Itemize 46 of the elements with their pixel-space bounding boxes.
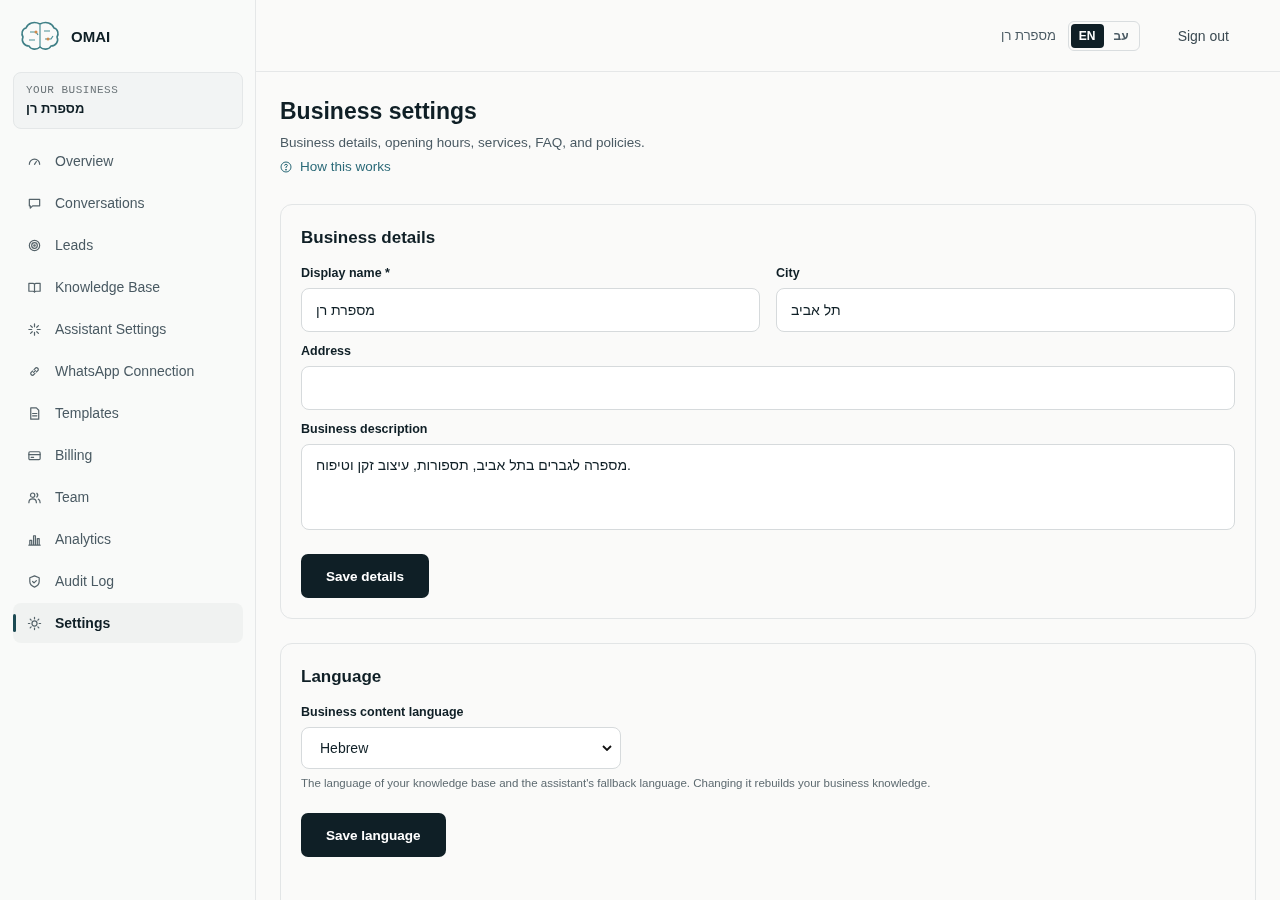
field-label: Business description <box>301 422 429 436</box>
target-icon <box>27 237 42 253</box>
sign-out-button[interactable]: Sign out <box>1171 26 1235 45</box>
shield-icon <box>27 573 42 589</box>
nav-item[interactable]: Leads <box>13 225 243 265</box>
brain-logo-icon <box>20 20 60 52</box>
business-name: מספרת רן <box>26 101 86 116</box>
nav-item[interactable]: Analytics <box>13 519 243 559</box>
nav-item[interactable]: Settings <box>13 603 243 643</box>
page-subtitle: Business details, opening hours, services, FAQ, and policies. <box>280 135 645 150</box>
nav-item[interactable]: WhatsApp Connection <box>13 351 243 391</box>
document-icon <box>27 405 42 421</box>
city-field[interactable]: תל אביב <box>776 288 1235 332</box>
nav-item[interactable]: Knowledge Base <box>13 267 243 307</box>
business-caption: YOUR BUSINESS <box>26 84 120 96</box>
nav-item[interactable]: Audit Log <box>13 561 243 601</box>
field-label: City <box>776 266 801 280</box>
help-link[interactable]: How this works <box>280 159 391 174</box>
language-option[interactable]: עב <box>1105 23 1137 48</box>
language-option[interactable]: EN <box>1070 23 1104 48</box>
nav-item[interactable]: Conversations <box>13 183 243 223</box>
sparkle-icon <box>27 321 42 337</box>
field-label: Business content language <box>301 705 465 719</box>
brand-name: OMAI <box>71 27 111 45</box>
display-name-field[interactable]: מספרת רן <box>301 288 760 332</box>
chevron-down-icon <box>602 745 612 751</box>
nav-item[interactable]: Assistant Settings <box>13 309 243 349</box>
nav-item[interactable]: Overview <box>13 141 243 181</box>
nav-item[interactable]: Team <box>13 477 243 517</box>
page-title: Business settings <box>280 98 477 125</box>
field-label: Display name * <box>301 266 391 280</box>
save-language-button[interactable]: Save language <box>301 813 446 857</box>
nav-item[interactable]: Billing <box>13 435 243 475</box>
business-name: מספרת רן <box>1001 28 1056 43</box>
question-icon <box>280 160 292 173</box>
people-icon <box>27 489 42 505</box>
card-title: Language <box>301 667 382 687</box>
address-field[interactable] <box>301 366 1235 410</box>
description-field[interactable]: מספרה לגברים בתל אביב, תספורות, עיצוב זקן וטיפוח. <box>301 444 1235 530</box>
language-select[interactable]: Hebrew <box>301 727 621 769</box>
field-label: Address <box>301 344 353 358</box>
save-details-button[interactable]: Save details <box>301 554 430 598</box>
card-title: Business details <box>301 228 436 248</box>
field-hint: The language of your knowledge base and the assistant's fallback language. Changing it rebuilds your business knowledge. <box>301 777 932 789</box>
sun-icon <box>27 615 42 631</box>
nav-item[interactable]: Templates <box>13 393 243 433</box>
